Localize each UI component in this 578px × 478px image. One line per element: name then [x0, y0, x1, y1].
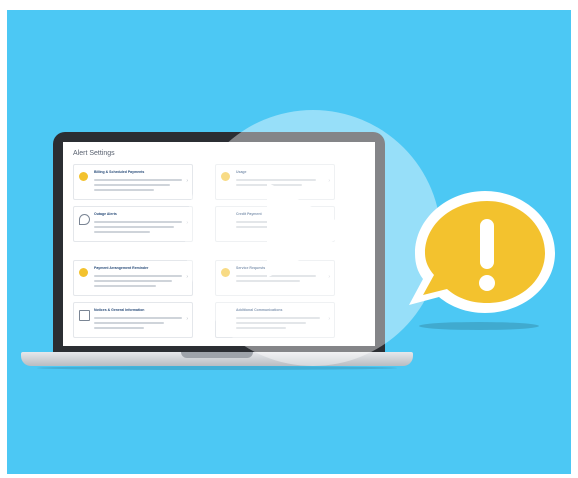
play-icon[interactable] — [267, 182, 353, 278]
card-title: Notices & General Information — [94, 308, 145, 312]
chevron-right-icon: › — [186, 274, 188, 280]
screen-title: Alert Settings — [73, 150, 115, 157]
alert-card: Notices & General Information › — [73, 302, 193, 338]
alert-card: Outage Alerts › — [73, 206, 193, 242]
bubble-shadow — [419, 322, 539, 330]
card-title: Outage Alerts — [94, 212, 117, 216]
document-icon — [79, 310, 90, 321]
chevron-right-icon: › — [186, 178, 188, 184]
sun-icon — [79, 268, 88, 277]
card-title: Payment Arrangement Reminder — [94, 266, 149, 270]
card-title: Billing & Scheduled Payments — [94, 170, 145, 174]
laptop-shadow — [37, 366, 397, 370]
video-thumbnail[interactable]: Alert Settings Billing & Scheduled Payme… — [7, 10, 571, 474]
chevron-right-icon: › — [186, 316, 188, 322]
drop-icon — [79, 214, 90, 225]
sun-icon — [79, 172, 88, 181]
exclamation-mark — [480, 219, 494, 269]
alert-card: Billing & Scheduled Payments › — [73, 164, 193, 200]
laptop-notch — [181, 352, 253, 358]
alert-bubble-icon — [409, 191, 555, 313]
alert-card: Payment Arrangement Reminder › — [73, 260, 193, 296]
